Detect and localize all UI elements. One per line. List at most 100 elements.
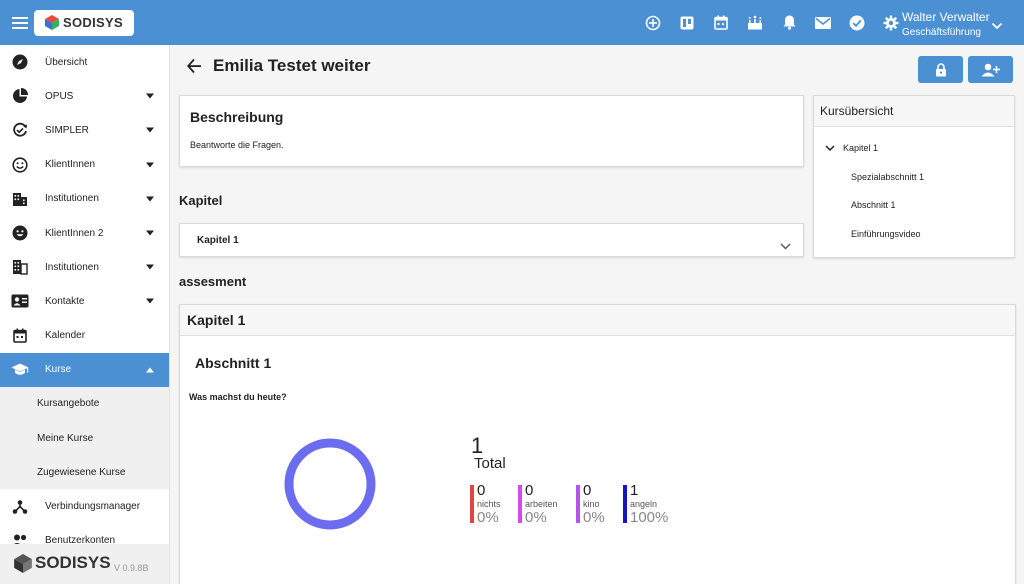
answer-percent: 0% xyxy=(525,509,547,526)
user-menu[interactable]: Walter Verwalter Geschäftsführung xyxy=(902,11,990,39)
overview-chapter[interactable]: Kapitel 1 xyxy=(843,143,878,153)
caret-down-icon xyxy=(146,162,154,168)
caret-down-icon xyxy=(146,127,154,133)
assessment-card-title: Kapitel 1 xyxy=(180,305,1015,336)
graduation-cap-icon xyxy=(11,361,29,379)
sidebar-item-institutionen[interactable]: Institutionen xyxy=(0,182,169,216)
compass-icon xyxy=(11,53,29,71)
answer-count: 0 xyxy=(525,482,534,499)
logo-text: SODISYS xyxy=(63,15,123,30)
answer-count: 1 xyxy=(630,482,639,499)
sidebar-item-kontakte[interactable]: Kontakte xyxy=(0,284,169,318)
sidebar-item-verbindungsmanager[interactable]: Verbindungsmanager xyxy=(0,489,169,523)
chevron-down-icon[interactable] xyxy=(780,237,791,255)
answer-count: 0 xyxy=(583,482,592,499)
add-circle-icon[interactable] xyxy=(636,0,670,45)
answer-color-bar xyxy=(518,485,522,523)
footer-logo: SODISYS xyxy=(14,553,111,573)
overview-section[interactable]: Abschnitt 1 xyxy=(851,200,896,210)
answer-color-bar xyxy=(623,485,627,523)
kapitel-accordion[interactable]: Kapitel 1 xyxy=(179,223,804,257)
sidebar-item-label: Übersicht xyxy=(45,56,88,68)
sidebar-item-label: SIMPLER xyxy=(45,124,89,136)
description-card: Beschreibung Beantworte die Fragen. xyxy=(179,95,804,167)
sidebar-item-klientinnen[interactable]: KlientInnen xyxy=(0,148,169,182)
calendar-icon xyxy=(11,327,29,345)
version-label: V 0.9.8B xyxy=(114,563,149,573)
app-logo[interactable]: SODISYS xyxy=(34,9,134,36)
logo-cube-icon xyxy=(45,15,60,30)
sidebar-item-kalender[interactable]: Kalender xyxy=(0,319,169,353)
answer-stat-nichts: 0 nichts 0% xyxy=(470,483,501,526)
board-icon[interactable] xyxy=(670,0,704,45)
sidebar-item-simpler[interactable]: SIMPLER xyxy=(0,113,169,147)
caret-down-icon xyxy=(146,230,154,236)
footer-logo-text: SODISYS xyxy=(35,553,111,572)
sidebar-item-label: Institutionen xyxy=(45,261,99,273)
course-overview-title: Kursübersicht xyxy=(814,96,1014,127)
logo-cube-icon xyxy=(14,553,32,573)
caret-down-icon xyxy=(146,264,154,270)
lock-button[interactable] xyxy=(918,56,963,83)
sidebar-item-label: Institutionen xyxy=(45,193,99,205)
donut-ring xyxy=(284,438,376,530)
chevron-down-icon[interactable] xyxy=(991,17,1003,35)
hierarchy-icon xyxy=(11,498,29,516)
sidebar-item-label: Verbindungsmanager xyxy=(45,501,141,513)
mail-icon[interactable] xyxy=(806,0,840,45)
section-title: Abschnitt 1 xyxy=(195,355,272,371)
sidebar-item-label: OPUS xyxy=(45,90,74,102)
caret-down-icon xyxy=(146,298,154,304)
smiley-filled-icon xyxy=(11,224,29,242)
kapitel-heading: Kapitel xyxy=(179,193,223,208)
calendar-icon[interactable] xyxy=(704,0,738,45)
building-icon xyxy=(11,258,29,276)
question-text: Was machst du heute? xyxy=(189,392,287,402)
caret-up-icon xyxy=(146,367,154,373)
answer-color-bar xyxy=(576,485,580,523)
birthday-icon[interactable] xyxy=(738,0,772,45)
overview-section[interactable]: Spezialabschnitt 1 xyxy=(851,172,924,182)
contact-card-icon xyxy=(11,292,29,310)
sidebar-subitem-meine-kurse[interactable]: Meine Kurse xyxy=(0,421,169,456)
add-user-button[interactable] xyxy=(968,56,1013,83)
description-title: Beschreibung xyxy=(190,109,284,125)
buildings-icon xyxy=(11,190,29,208)
answer-color-bar xyxy=(470,485,474,523)
assessment-heading: assesment xyxy=(179,274,247,289)
overview-section[interactable]: Einführungsvideo xyxy=(851,229,921,239)
answer-percent: 0% xyxy=(477,509,499,526)
lock-icon xyxy=(935,62,946,76)
sidebar-item-institutionen-2[interactable]: Institutionen xyxy=(0,250,169,284)
sidebar-subitem-zugewiesene-kurse[interactable]: Zugewiesene Kurse xyxy=(0,455,169,490)
answer-stat-kino: 0 kino 0% xyxy=(576,482,605,526)
chevron-down-icon[interactable] xyxy=(825,144,835,154)
sidebar-item-uebersicht[interactable]: Übersicht xyxy=(0,45,169,79)
sidebar-item-kurse[interactable]: Kurse xyxy=(0,352,169,387)
donut-chart xyxy=(284,438,376,530)
course-overview-card: Kursübersicht Kapitel 1 Spezialabschnitt… xyxy=(813,95,1015,258)
sidebar-item-opus[interactable]: OPUS xyxy=(0,79,169,113)
answer-stat-arbeiten: 0 arbeiten 0% xyxy=(518,482,558,526)
check-circle-icon[interactable] xyxy=(840,0,874,45)
sidebar-item-label: Kontakte xyxy=(45,295,85,307)
back-arrow-icon[interactable] xyxy=(186,56,202,81)
sidebar-item-label: Kurse xyxy=(45,364,72,376)
page-title: Emilia Testet weiter xyxy=(213,56,371,75)
sidebar-item-label: Kalender xyxy=(45,330,86,342)
sidebar-item-label: KlientInnen 2 xyxy=(45,227,104,239)
top-bar: SODISYS Walter Verwalter Geschäftsführun… xyxy=(0,0,1024,45)
caret-down-icon xyxy=(146,93,154,99)
sidebar-item-klientinnen-2[interactable]: KlientInnen 2 xyxy=(0,216,169,250)
answer-stat-angeln: 1 angeln 100% xyxy=(623,482,668,526)
sidebar-item-label: KlientInnen xyxy=(45,159,96,171)
sidebar-subitem-kursangebote[interactable]: Kursangebote xyxy=(0,386,169,422)
kapitel-accordion-label: Kapitel 1 xyxy=(197,235,239,246)
bell-icon[interactable] xyxy=(772,0,806,45)
pie-chart-icon xyxy=(11,87,29,105)
smiley-outline-icon xyxy=(11,156,29,174)
total-label: Total xyxy=(474,455,506,472)
add-user-icon xyxy=(981,63,1000,76)
sidebar: Übersicht OPUS SIMPLER KlientInnen Insti… xyxy=(0,45,170,584)
description-text: Beantworte die Fragen. xyxy=(190,140,284,150)
